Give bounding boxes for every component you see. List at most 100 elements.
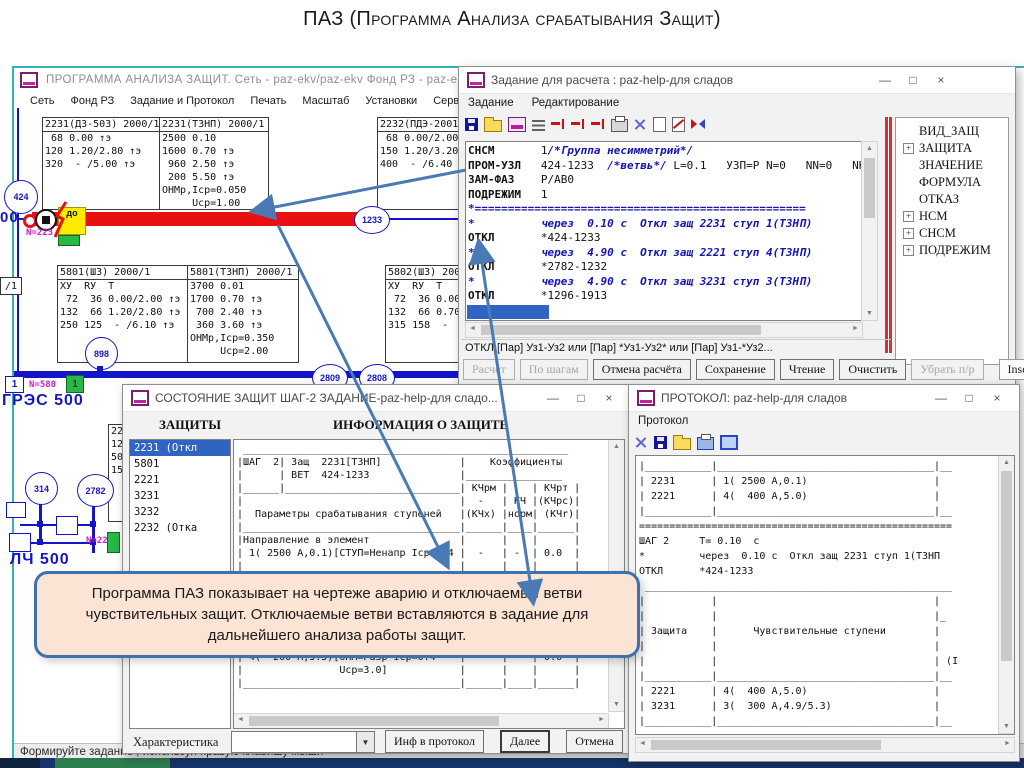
task-menubar: ЗаданиеРедактирование — [459, 94, 1015, 112]
close-icon[interactable]: × — [983, 391, 1011, 405]
print-icon[interactable] — [697, 437, 714, 450]
task-text-area[interactable]: СНСМ 1/*Группа несимметрий*/ПРОМ-УЗЛ 424… — [465, 141, 863, 321]
save-icon[interactable] — [654, 436, 667, 449]
state-window-title: СОСТОЯНИЕ ЗАЩИТ ШАГ-2 ЗАДАНИЕ-paz-help-д… — [155, 391, 533, 405]
info-line: |____________________________________|__… — [237, 521, 624, 534]
task-button[interactable]: Сохранение — [696, 359, 775, 380]
task-titlebar: Задание для расчета : paz-help-для сладо… — [459, 67, 1015, 94]
protection-item[interactable]: 2231 (Откл — [130, 440, 230, 456]
breaker-box[interactable] — [56, 516, 78, 535]
task-button[interactable]: Отмена расчёта — [593, 359, 691, 380]
tree-item[interactable]: +ПОДРЕЖИМ — [896, 242, 1008, 259]
paz-run-icon[interactable] — [508, 117, 526, 132]
edit-doc-icon[interactable] — [672, 117, 685, 132]
tree-item[interactable]: +СНСМ — [896, 225, 1008, 242]
protocol-text-area[interactable]: |___________|___________________________… — [635, 455, 1015, 735]
close-icon[interactable]: × — [927, 73, 955, 87]
info-header: ИНФОРМАЦИЯ О ЗАЩИТЕ — [333, 417, 508, 433]
maximize-icon[interactable]: □ — [567, 391, 595, 405]
task-vscrollbar[interactable]: ▲▼ — [861, 141, 878, 321]
move-right-icon[interactable] — [571, 118, 585, 130]
protocol-line: | 2221 | 4( 400 А,5.0) | — [639, 489, 1014, 504]
state-button[interactable]: Отмена — [566, 730, 623, 753]
node-314[interactable]: 314 — [25, 472, 58, 505]
tree-item[interactable]: ФОРМУЛА — [896, 174, 1008, 191]
export-icon[interactable] — [720, 435, 738, 450]
junction-dot — [90, 521, 96, 527]
characteristic-combobox[interactable]: ▼ — [231, 731, 375, 753]
menu-item[interactable]: Редактирование — [523, 94, 629, 112]
state-button[interactable]: Далее — [500, 730, 550, 753]
save-icon[interactable] — [465, 118, 478, 131]
panel-splitter[interactable] — [885, 117, 892, 353]
bus-green-flag: 1 — [66, 375, 84, 393]
node-1233[interactable]: 1233 — [354, 206, 390, 234]
info-line: | | ВЕТ 424-1233 |________________ — [237, 469, 624, 482]
task-button[interactable]: Убрать п/р — [911, 359, 983, 380]
green-flag — [107, 532, 120, 553]
node-424[interactable]: 424 — [4, 180, 38, 214]
info-hscrollbar[interactable]: ◄► — [234, 713, 609, 728]
maximize-icon[interactable]: □ — [955, 391, 983, 405]
expand-icon[interactable] — [903, 160, 914, 171]
task-line: *=======================================… — [468, 202, 862, 217]
protection-item[interactable]: 2232 (Отка — [130, 520, 230, 536]
menu-item[interactable]: Задание — [459, 94, 523, 112]
task-button[interactable]: Очистить — [839, 359, 906, 380]
minimize-icon[interactable]: — — [927, 391, 955, 405]
expand-icon[interactable] — [903, 126, 914, 137]
station-label-grps: ГРЭС 500 — [2, 392, 84, 410]
expand-icon[interactable]: + — [903, 143, 914, 154]
insert-line-icon[interactable] — [591, 118, 605, 130]
new-doc-icon[interactable] — [653, 117, 666, 132]
insert-mode-indicator: Insert — [999, 359, 1024, 380]
move-left-icon[interactable] — [551, 118, 565, 130]
expand-icon[interactable]: + — [903, 228, 914, 239]
protection-item[interactable]: 5801 — [130, 456, 230, 472]
menu-item[interactable]: Протокол — [629, 412, 697, 430]
tree-item[interactable]: ОТКАЗ — [896, 191, 1008, 208]
clear-icon[interactable] — [635, 436, 648, 449]
protection-item[interactable]: 3232 — [130, 504, 230, 520]
chevron-down-icon[interactable]: ▼ — [356, 732, 374, 752]
protection-item[interactable]: 3231 — [130, 488, 230, 504]
tree-item[interactable]: +НСМ — [896, 208, 1008, 225]
delete-icon[interactable] — [634, 118, 647, 131]
task-line: ОТКЛ *2782-1232 — [468, 260, 862, 275]
state-button[interactable]: Инф в протокол — [385, 730, 484, 753]
task-line: * через 0.10 с Откл защ 2231 ступ 1(ТЗНП… — [468, 217, 862, 232]
branch-label-box: /1 — [0, 277, 22, 295]
expand-icon[interactable] — [903, 177, 914, 188]
task-hscrollbar[interactable]: ◄► — [465, 322, 863, 338]
task-line: ЗАМ-ФАЗ Р/АВ0 — [468, 173, 862, 188]
expand-icon[interactable] — [903, 194, 914, 205]
tree-item[interactable]: ЗНАЧЕНИЕ — [896, 157, 1008, 174]
protection-item[interactable]: 2221 — [130, 472, 230, 488]
close-icon[interactable]: × — [595, 391, 623, 405]
node-2782[interactable]: 2782 — [77, 474, 114, 507]
open-icon[interactable] — [484, 120, 502, 132]
tree-item[interactable]: +ЗАЩИТА — [896, 140, 1008, 157]
protocol-vscrollbar[interactable]: ▲▼ — [998, 456, 1014, 734]
minimize-icon[interactable]: — — [539, 391, 567, 405]
protocol-line: |___________|___________________________… — [639, 504, 1014, 519]
protocol-hscrollbar[interactable]: ◄► — [635, 737, 1015, 753]
task-type-tree: ВИД_ЗАЩ+ЗАЩИТАЗНАЧЕНИЕФОРМУЛАОТКАЗ+НСМ+С… — [895, 117, 1009, 365]
state-buttons: Инф в протокол Далее Отмена — [385, 730, 623, 753]
open-icon[interactable] — [673, 438, 691, 450]
task-button[interactable]: По шагам — [520, 359, 588, 380]
breaker-box[interactable] — [9, 533, 31, 552]
task-button[interactable]: Расчет — [463, 359, 515, 380]
tree-list-icon[interactable] — [532, 120, 545, 131]
expand-icon[interactable]: + — [903, 211, 914, 222]
maximize-icon[interactable]: □ — [899, 73, 927, 87]
task-buttons: РасчетПо шагамОтмена расчётаСохранениеЧт… — [463, 359, 1024, 380]
tree-item[interactable]: ВИД_ЗАЩ — [896, 123, 1008, 140]
print-icon[interactable] — [611, 119, 628, 132]
expand-icon[interactable]: + — [903, 245, 914, 256]
protection-table-2231-dz: 2231(ДЗ-503) 2000/1 68 0.00 ↑э120 1.20/2… — [42, 117, 162, 210]
breaker-box[interactable] — [6, 502, 26, 518]
task-button[interactable]: Чтение — [780, 359, 835, 380]
cut-icon[interactable] — [691, 119, 705, 129]
minimize-icon[interactable]: — — [871, 73, 899, 87]
